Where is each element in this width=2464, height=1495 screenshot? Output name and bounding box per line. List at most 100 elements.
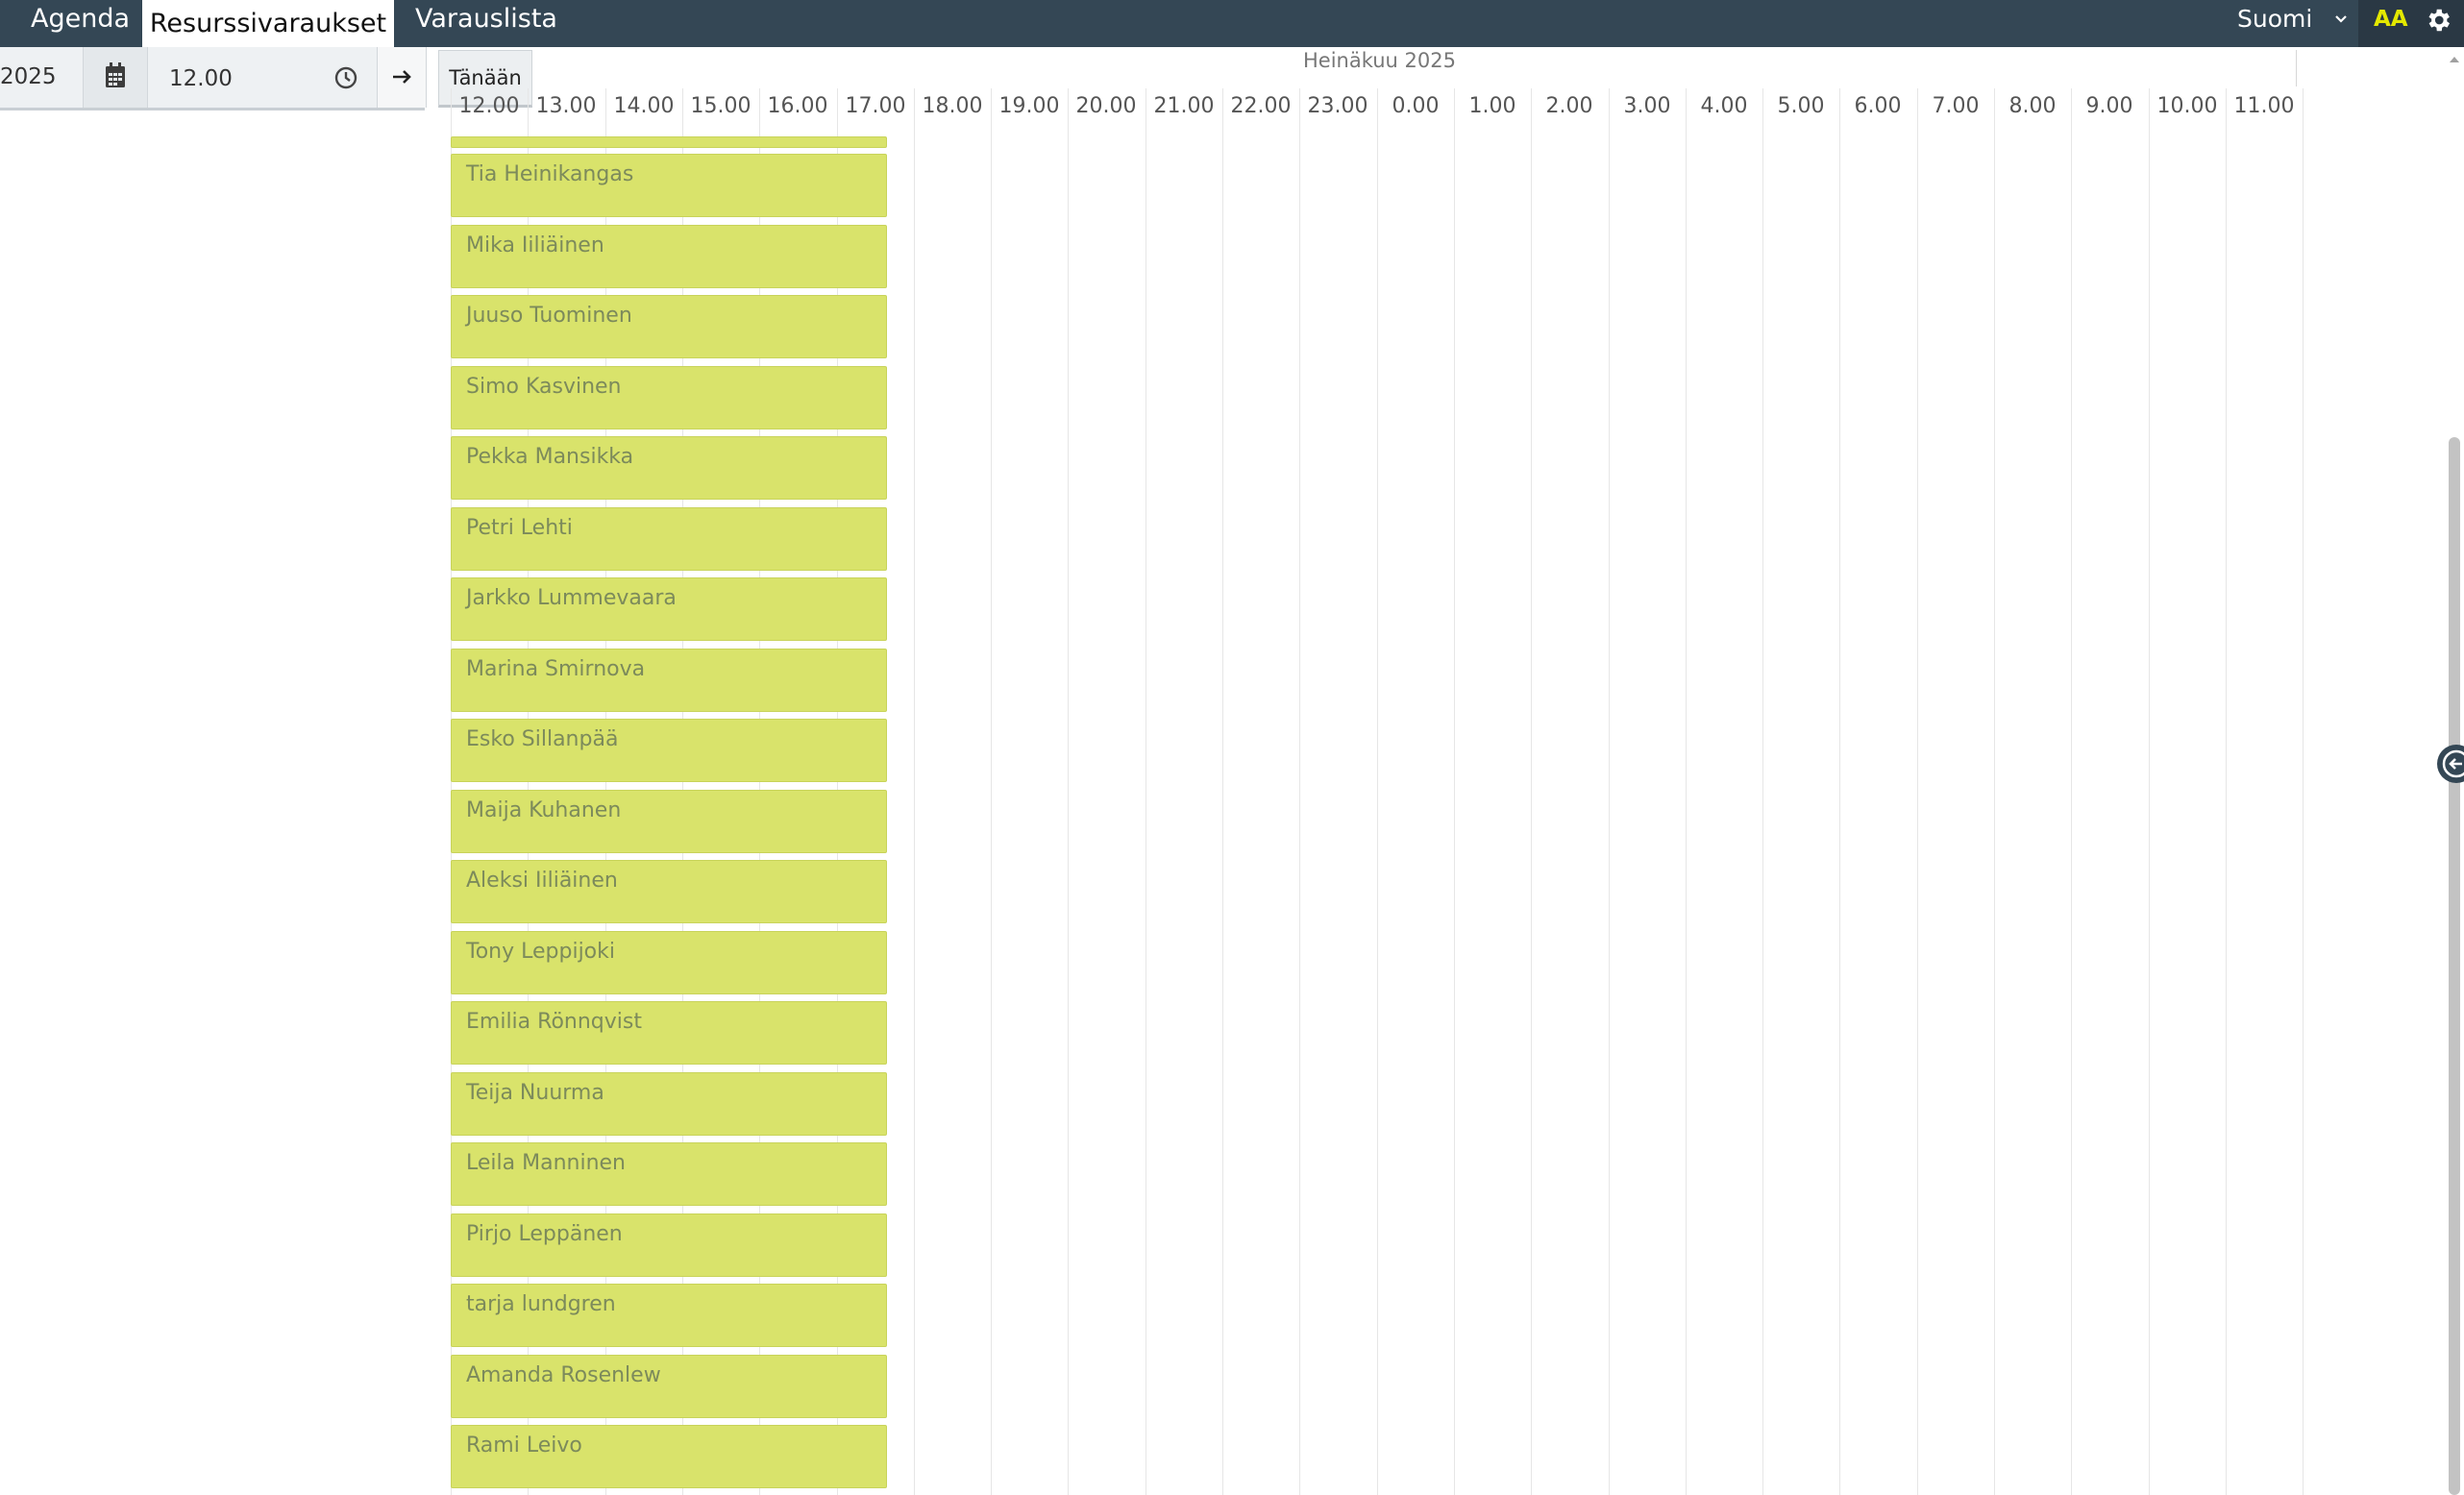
user-tools: AA: [2358, 0, 2464, 47]
booking-block[interactable]: Tia Heinikangas: [451, 154, 887, 217]
hour-label: 18.00: [922, 94, 983, 118]
booking-block[interactable]: [451, 136, 887, 148]
booking-block[interactable]: Pirjo Leppänen: [451, 1213, 887, 1277]
booking-name: Amanda Rosenlew: [466, 1363, 661, 1387]
booking-block[interactable]: Aleksi Iiliäinen: [451, 860, 887, 923]
hour-label: 22.00: [1230, 94, 1292, 118]
hour-label: 20.00: [1075, 94, 1137, 118]
booking-name: Leila Manninen: [466, 1151, 626, 1175]
booking-block[interactable]: Jarkko Lummevaara: [451, 577, 887, 641]
arrow-left-circle-icon[interactable]: [2437, 745, 2464, 783]
booking-name: Petri Lehti: [466, 516, 573, 540]
hour-label: 13.00: [535, 94, 597, 118]
tab-booking-list[interactable]: Varauslista: [394, 0, 579, 47]
booking-name: Rami Leivo: [466, 1434, 582, 1458]
month-label: Heinäkuu 2025: [1303, 49, 1456, 72]
hour-gridline: [2149, 88, 2150, 1495]
hour-gridline: [2303, 88, 2304, 1495]
hour-label: 12.00: [458, 94, 520, 118]
hour-gridline: [1917, 88, 1918, 1495]
top-navigation-bar: Agenda Resurssivaraukset Varauslista Suo…: [0, 0, 2464, 47]
hour-gridline: [991, 88, 992, 1495]
hour-label: 6.00: [1854, 94, 1902, 118]
clock-icon: [319, 66, 377, 111]
hour-gridline: [914, 88, 915, 1495]
scrollbar-thumb[interactable]: [2449, 437, 2460, 1495]
hour-gridline: [1377, 88, 1378, 1495]
booking-block[interactable]: Teija Nuurma: [451, 1072, 887, 1136]
scroll-up-arrow-icon[interactable]: [2445, 50, 2464, 69]
booking-block[interactable]: Simo Kasvinen: [451, 366, 887, 429]
hour-label: 3.00: [1623, 94, 1671, 118]
header-divider: [2296, 50, 2297, 86]
chevron-down-icon: [2333, 0, 2349, 51]
hour-label: 5.00: [1777, 94, 1825, 118]
hour-label: 8.00: [2008, 94, 2057, 118]
calendar-button[interactable]: [83, 47, 148, 108]
booking-name: Esko Sillanpää: [466, 727, 619, 751]
hour-gridline: [1839, 88, 1840, 1495]
go-button[interactable]: [377, 47, 427, 108]
booking-block[interactable]: Tony Leppijoki: [451, 931, 887, 994]
booking-name: Marina Smirnova: [466, 657, 646, 681]
booking-block[interactable]: Juuso Tuominen: [451, 295, 887, 358]
language-label: Suomi: [2237, 5, 2313, 33]
booking-block[interactable]: Marina Smirnova: [451, 649, 887, 712]
hour-gridline: [1531, 88, 1532, 1495]
hour-label: 14.00: [613, 94, 675, 118]
date-input[interactable]: 2025: [0, 47, 83, 108]
booking-block[interactable]: Rami Leivo: [451, 1425, 887, 1488]
date-time-toolbar: 2025 12.00: [0, 47, 427, 110]
booking-name: Emilia Rönnqvist: [466, 1010, 642, 1034]
hour-label: 21.00: [1153, 94, 1215, 118]
booking-block[interactable]: Petri Lehti: [451, 507, 887, 571]
booking-name: Mika Iiliäinen: [466, 233, 604, 257]
booking-block[interactable]: tarja lundgren: [451, 1284, 887, 1347]
tab-agenda[interactable]: Agenda: [10, 0, 151, 47]
booking-name: Tony Leppijoki: [466, 940, 615, 964]
arrow-right-icon: [378, 70, 426, 111]
booking-name: Pirjo Leppänen: [466, 1222, 623, 1246]
hour-label: 1.00: [1468, 94, 1516, 118]
hour-label: 17.00: [845, 94, 906, 118]
booking-name: Tia Heinikangas: [466, 162, 634, 186]
font-size-toggle[interactable]: AA: [2374, 0, 2408, 38]
hour-label: 23.00: [1307, 94, 1368, 118]
booking-name: Teija Nuurma: [466, 1081, 604, 1105]
booking-name: tarja lundgren: [466, 1292, 616, 1316]
clock-button[interactable]: [319, 47, 377, 108]
booking-block[interactable]: Maija Kuhanen: [451, 790, 887, 853]
hour-label: 15.00: [690, 94, 752, 118]
booking-name: Maija Kuhanen: [466, 798, 622, 822]
booking-name: Simo Kasvinen: [466, 375, 622, 399]
hour-gridline: [1762, 88, 1763, 1495]
hour-gridline: [1609, 88, 1610, 1495]
hour-gridline: [1222, 88, 1223, 1495]
hour-gridline: [1454, 88, 1455, 1495]
gear-icon[interactable]: [2424, 6, 2452, 35]
language-selector[interactable]: Suomi: [2222, 0, 2358, 47]
booking-block[interactable]: Emilia Rönnqvist: [451, 1001, 887, 1065]
hour-gridline: [1686, 88, 1687, 1495]
booking-block[interactable]: Pekka Mansikka: [451, 436, 887, 500]
booking-name: Pekka Mansikka: [466, 445, 634, 469]
booking-name: Aleksi Iiliäinen: [466, 869, 618, 893]
booking-name: Jarkko Lummevaara: [466, 586, 677, 610]
hour-gridline: [2071, 88, 2072, 1495]
time-input[interactable]: 12.00: [146, 47, 319, 108]
hour-label: 7.00: [1932, 94, 1980, 118]
hour-label: 19.00: [998, 94, 1060, 118]
booking-block[interactable]: Leila Manninen: [451, 1142, 887, 1206]
hour-label: 2.00: [1545, 94, 1593, 118]
hour-label: 10.00: [2156, 94, 2218, 118]
hour-label: 9.00: [2085, 94, 2133, 118]
hour-gridline: [1299, 88, 1300, 1495]
tab-resource-bookings[interactable]: Resurssivaraukset: [142, 0, 394, 47]
hour-label: 0.00: [1392, 94, 1440, 118]
booking-block[interactable]: Esko Sillanpää: [451, 719, 887, 782]
booking-block[interactable]: Mika Iiliäinen: [451, 225, 887, 288]
hour-label: 4.00: [1700, 94, 1748, 118]
hour-gridline: [1068, 88, 1069, 1495]
booking-block[interactable]: Amanda Rosenlew: [451, 1355, 887, 1418]
hour-label: 16.00: [767, 94, 828, 118]
